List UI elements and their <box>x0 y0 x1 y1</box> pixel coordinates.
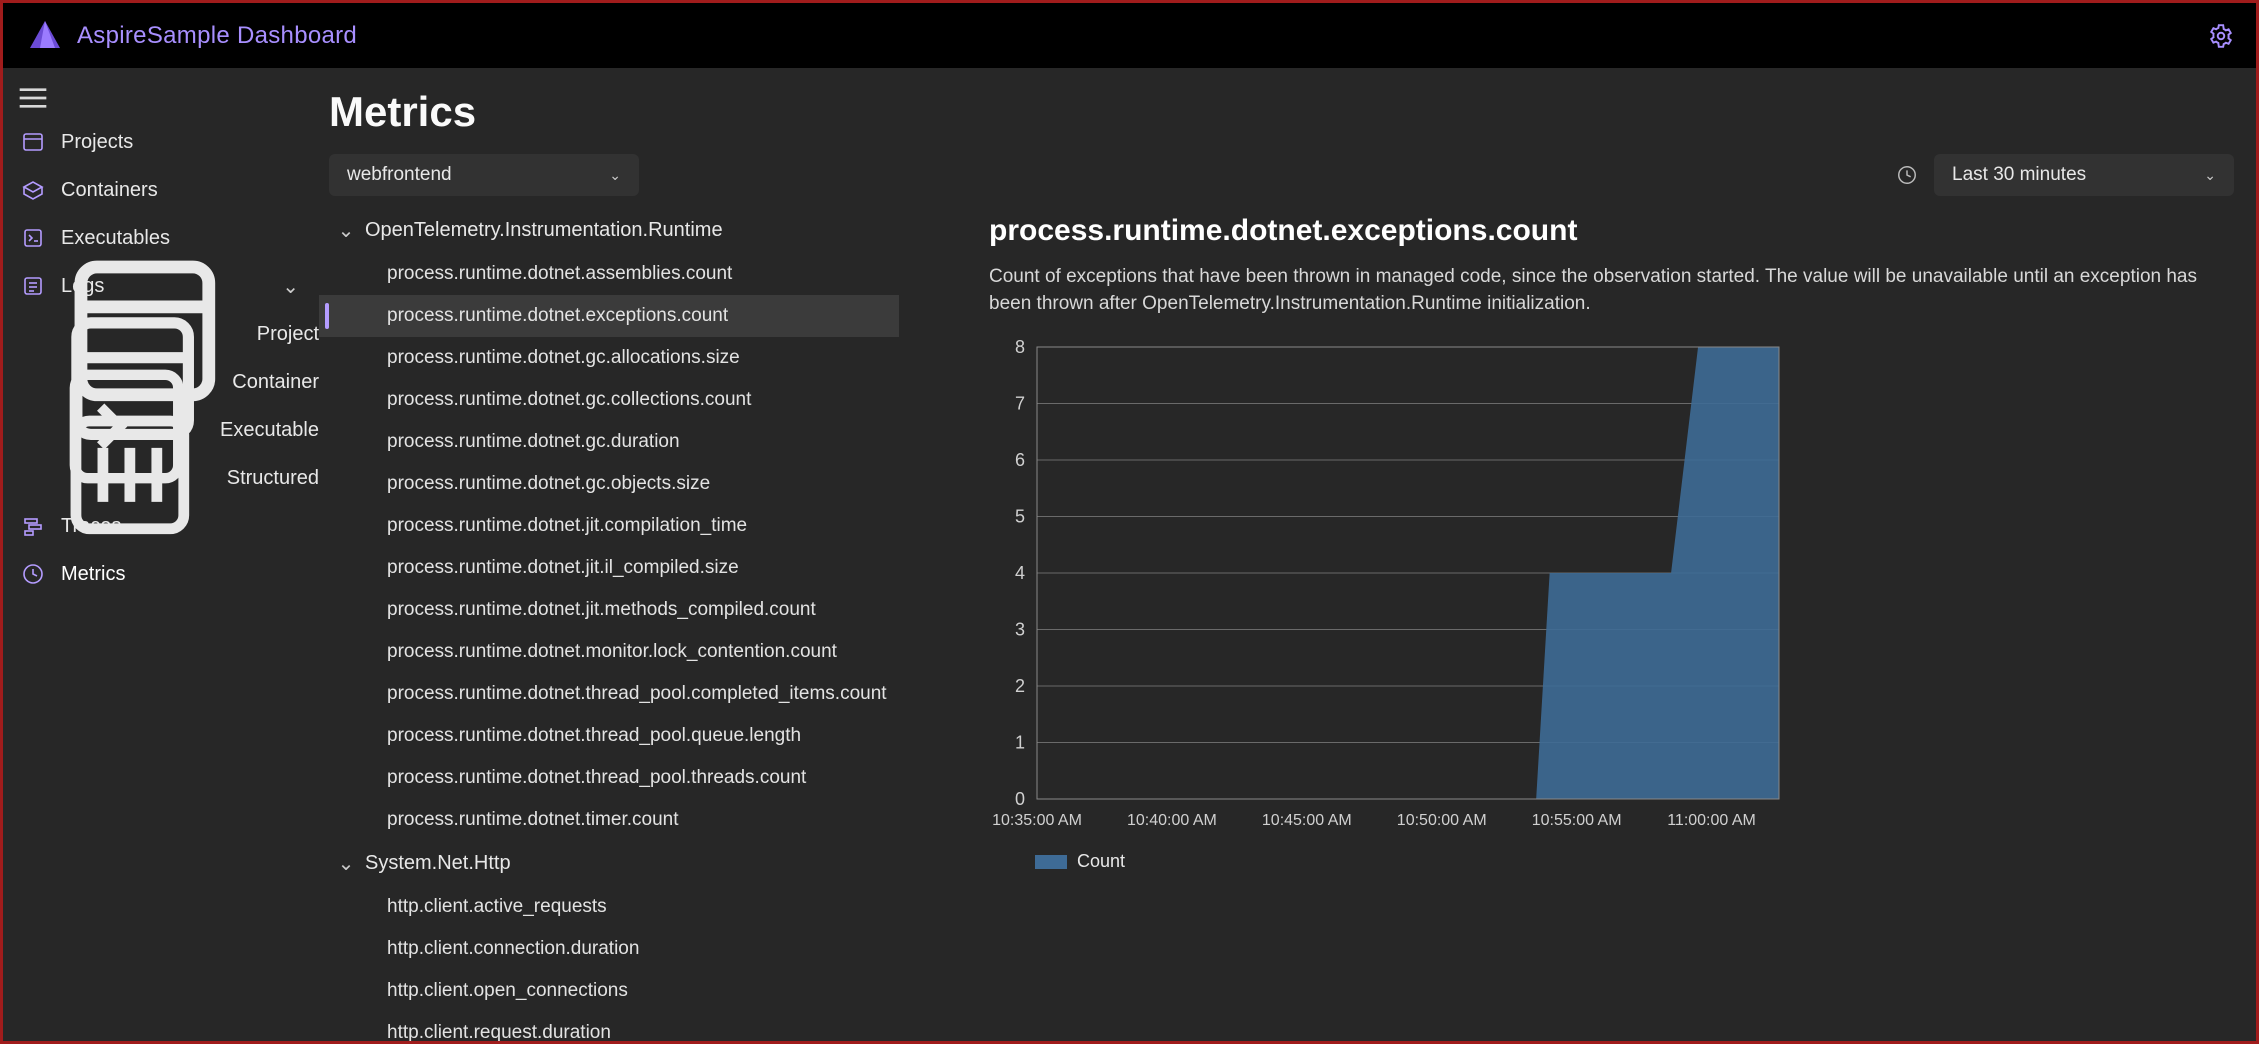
svg-text:1: 1 <box>1015 733 1025 753</box>
metrics-tree[interactable]: ⌄ OpenTelemetry.Instrumentation.Runtime pr… <box>319 208 899 1041</box>
svg-text:10:50:00 AM: 10:50:00 AM <box>1397 812 1487 829</box>
tree-group-header[interactable]: ⌄ OpenTelemetry.Instrumentation.Runtime <box>319 208 899 253</box>
metric-chart: 0 1 2 3 4 5 6 7 8 10:35:00 AM 10:40:00 AM 10:45:00 … <box>989 337 1789 837</box>
nav-containers[interactable]: Containers <box>3 166 319 214</box>
tree-metric-item[interactable]: process.runtime.dotnet.monitor.lock_cont… <box>319 631 899 673</box>
metric-title: process.runtime.dotnet.exceptions.count <box>989 214 2226 248</box>
nav-label: Metrics <box>61 563 125 586</box>
settings-gear-icon[interactable] <box>2208 23 2234 49</box>
tree-metric-item[interactable]: process.runtime.dotnet.gc.allocations.si… <box>319 337 899 379</box>
metrics-icon <box>21 562 45 586</box>
tree-metric-item[interactable]: process.runtime.dotnet.gc.collections.co… <box>319 379 899 421</box>
nav-logs-structured[interactable]: Structured <box>3 454 319 502</box>
svg-text:4: 4 <box>1015 563 1025 583</box>
resource-dropdown[interactable]: webfrontend ⌄ <box>329 154 639 196</box>
chevron-down-icon: ⌄ <box>609 167 621 184</box>
nav-label: Projects <box>61 131 133 154</box>
svg-text:10:55:00 AM: 10:55:00 AM <box>1532 812 1622 829</box>
tree-metric-item[interactable]: process.runtime.dotnet.gc.duration <box>319 421 899 463</box>
svg-text:7: 7 <box>1015 394 1025 414</box>
tree-group-label: System.Net.Http <box>365 852 511 875</box>
app-logo[interactable]: AspireSample Dashboard <box>27 18 357 54</box>
chevron-down-icon: ⌄ <box>337 218 355 243</box>
tree-metric-item[interactable]: http.client.active_requests <box>319 886 899 928</box>
nav-label: Container <box>232 371 319 394</box>
traces-icon <box>21 514 45 538</box>
executables-icon <box>21 226 45 250</box>
legend-label: Count <box>1077 851 1125 872</box>
svg-text:10:40:00 AM: 10:40:00 AM <box>1127 812 1217 829</box>
tree-metric-item[interactable]: process.runtime.dotnet.jit.methods_compi… <box>319 589 899 631</box>
chevron-down-icon: ⌄ <box>337 851 355 876</box>
metric-description: Count of exceptions that have been throw… <box>989 264 2226 317</box>
tree-metric-item[interactable]: process.runtime.dotnet.jit.compilation_t… <box>319 505 899 547</box>
time-range-dropdown[interactable]: Last 30 minutes ⌄ <box>1934 154 2234 196</box>
svg-text:10:35:00 AM: 10:35:00 AM <box>992 812 1082 829</box>
tree-metric-item[interactable]: process.runtime.dotnet.thread_pool.threa… <box>319 757 899 799</box>
svg-text:3: 3 <box>1015 620 1025 640</box>
time-range-value: Last 30 minutes <box>1952 164 2086 186</box>
nav-label: Structured <box>227 467 319 490</box>
tree-metric-item[interactable]: process.runtime.dotnet.timer.count <box>319 799 899 841</box>
svg-text:11:00:00 AM: 11:00:00 AM <box>1667 812 1756 829</box>
logs-icon <box>21 274 45 298</box>
svg-text:5: 5 <box>1015 507 1025 527</box>
tree-metric-item[interactable]: http.client.connection.duration <box>319 928 899 970</box>
tree-metric-item[interactable]: process.runtime.dotnet.gc.objects.size <box>319 463 899 505</box>
nav-projects[interactable]: Projects <box>3 118 319 166</box>
tree-group-label: OpenTelemetry.Instrumentation.Runtime <box>365 219 723 242</box>
sidebar-toggle[interactable] <box>11 78 55 118</box>
sidebar: Projects Containers Executables Logs ⌄ P… <box>3 68 319 1041</box>
aspire-logo-icon <box>27 18 63 54</box>
tree-metric-item[interactable]: process.runtime.dotnet.jit.il_compiled.s… <box>319 547 899 589</box>
tree-metric-item[interactable]: process.runtime.dotnet.thread_pool.compl… <box>319 673 899 715</box>
nav-label: Traces <box>61 515 121 538</box>
tree-metric-item[interactable]: process.runtime.dotnet.thread_pool.queue… <box>319 715 899 757</box>
projects-icon <box>21 130 45 154</box>
tree-metric-item[interactable]: process.runtime.dotnet.exceptions.count <box>319 295 899 337</box>
svg-text:0: 0 <box>1015 789 1025 809</box>
legend-swatch <box>1035 855 1067 869</box>
resource-dropdown-value: webfrontend <box>347 164 452 186</box>
svg-text:6: 6 <box>1015 450 1025 470</box>
app-title: AspireSample Dashboard <box>77 22 357 50</box>
nav-label: Containers <box>61 179 158 202</box>
nav-label: Project <box>257 323 319 346</box>
tree-metric-item[interactable]: http.client.open_connections <box>319 970 899 1012</box>
chevron-down-icon: ⌄ <box>2204 167 2216 184</box>
nav-label: Executable <box>220 419 319 442</box>
chevron-down-icon: ⌄ <box>282 274 299 299</box>
svg-text:10:45:00 AM: 10:45:00 AM <box>1262 812 1352 829</box>
tree-metric-item[interactable]: process.runtime.dotnet.assemblies.count <box>319 253 899 295</box>
svg-text:8: 8 <box>1015 337 1025 357</box>
clock-icon <box>1896 164 1918 186</box>
svg-text:2: 2 <box>1015 676 1025 696</box>
tree-group-header[interactable]: ⌄ System.Net.Http <box>319 841 899 886</box>
containers-icon <box>21 178 45 202</box>
page-title: Metrics <box>319 68 2256 154</box>
chart-legend: Count <box>989 851 2226 872</box>
tree-metric-item[interactable]: http.client.request.duration <box>319 1012 899 1041</box>
